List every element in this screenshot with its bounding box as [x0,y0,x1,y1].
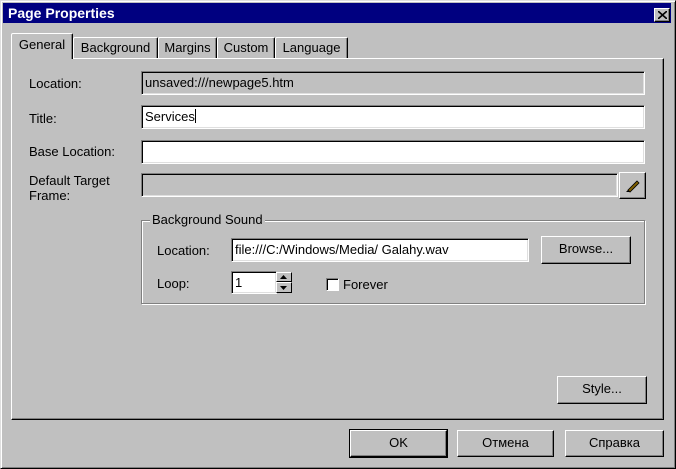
sound-location-input[interactable]: file:///C:/Windows/Media/ Galahy.wav [231,238,529,262]
default-target-label-line2: Frame: [29,188,71,203]
style-button-label: Style... [582,381,622,396]
loop-input[interactable]: 1 [231,271,277,294]
sound-location-label: Location: [157,243,210,258]
default-target-label-line1: Default Target [29,173,110,188]
location-label: Location: [29,76,82,91]
base-location-input[interactable] [141,140,645,164]
loop-spinner[interactable] [276,272,292,293]
text-caret [194,109,196,123]
pencil-icon [626,180,640,193]
spin-down-button[interactable] [276,282,292,293]
tab-margins-label: Margins [164,40,211,55]
tab-general[interactable]: General [11,33,73,61]
style-button[interactable]: Style... [557,376,647,404]
dialog-title: Page Properties [8,5,115,21]
tab-custom[interactable]: Custom [217,37,275,58]
cancel-button[interactable]: Отмена [457,430,554,457]
title-input[interactable]: Services [141,105,645,129]
browse-button[interactable]: Browse... [541,236,631,264]
loop-value: 1 [235,275,243,290]
location-value: unsaved:///newpage5.htm [145,75,294,90]
arrow-down-icon [280,286,287,290]
tab-general-label: General [18,37,66,52]
tab-margins[interactable]: Margins [158,37,217,58]
edit-target-button[interactable] [619,172,646,199]
tab-background-label: Background [80,40,151,55]
default-target-field [141,173,618,197]
ok-label: OK [389,435,408,450]
close-icon [658,11,667,19]
loop-label: Loop: [157,276,190,291]
title-label: Title: [29,111,57,126]
ok-button[interactable]: OK [349,429,448,458]
sound-location-value: file:///C:/Windows/Media/ Galahy.wav [235,242,449,257]
spin-up-button[interactable] [276,272,292,282]
background-sound-legend: Background Sound [150,212,265,228]
browse-label: Browse... [558,241,614,256]
arrow-up-icon [280,275,287,279]
location-field: unsaved:///newpage5.htm [141,71,645,95]
close-button[interactable] [654,8,670,22]
cancel-label: Отмена [482,435,529,450]
title-value: Services [145,109,195,124]
help-label: Справка [589,435,640,450]
tab-custom-label: Custom [223,40,269,55]
tab-language-label: Language [282,40,341,55]
tab-language[interactable]: Language [275,37,348,58]
base-location-label: Base Location: [29,144,116,159]
help-button[interactable]: Справка [565,430,664,457]
tab-background[interactable]: Background [73,37,158,58]
forever-label: Forever [343,277,388,292]
forever-checkbox[interactable] [326,278,339,291]
title-bar: Page Properties [3,3,671,23]
